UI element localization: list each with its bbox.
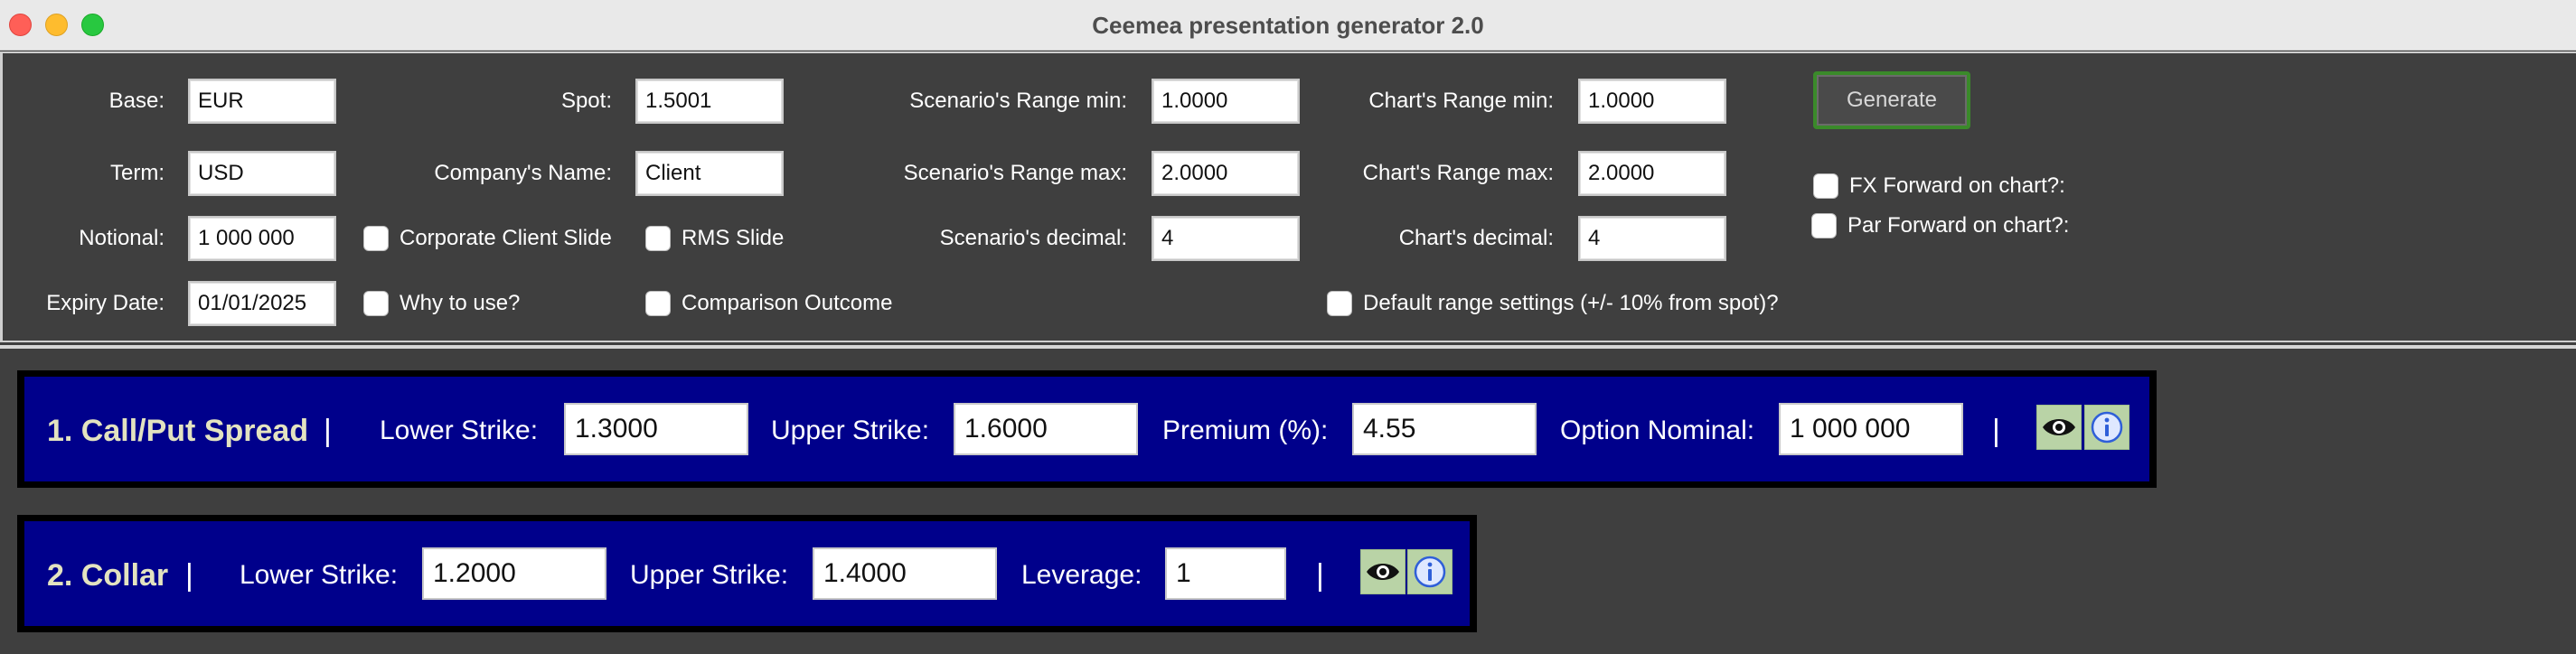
premium-label: Premium (%): — [1162, 416, 1329, 445]
strategy-title: 1. Call/Put Spread — [47, 414, 309, 448]
chart-range-max-label: Chart's Range max: — [1362, 161, 1554, 185]
chart-range-min-label: Chart's Range min: — [1368, 89, 1554, 113]
scenario-decimal-label: Scenario's decimal: — [939, 226, 1127, 250]
rms-slide-checkbox[interactable]: RMS Slide — [645, 222, 784, 255]
title-separator: | — [185, 558, 193, 593]
upper-strike-input[interactable] — [954, 403, 1138, 455]
term-label: Term: — [110, 161, 165, 185]
upper-strike-label: Upper Strike: — [630, 560, 789, 590]
base-label: Base: — [108, 89, 165, 113]
checkbox-label: Comparison Outcome — [682, 291, 893, 315]
base-input[interactable] — [188, 79, 336, 124]
preview-button[interactable] — [1360, 549, 1406, 594]
info-button[interactable] — [1407, 549, 1453, 594]
checkbox-box[interactable] — [1813, 173, 1838, 199]
checkbox-box[interactable] — [363, 226, 389, 251]
chart-range-max-input[interactable] — [1578, 151, 1726, 196]
expiry-date-input[interactable] — [188, 281, 336, 326]
default-range-checkbox[interactable]: Default range settings (+/- 10% from spo… — [1327, 287, 1779, 320]
why-to-use-checkbox[interactable]: Why to use? — [363, 287, 520, 320]
window-title: Ceemea presentation generator 2.0 — [1092, 12, 1484, 39]
end-separator: | — [1316, 558, 1324, 593]
leverage-label: Leverage: — [1021, 560, 1142, 590]
scenario-range-min-label: Scenario's Range min: — [909, 89, 1127, 113]
chart-range-min-input[interactable] — [1578, 79, 1726, 124]
notional-label: Notional: — [79, 226, 165, 250]
eye-icon — [1367, 564, 1399, 580]
scenario-range-min-input[interactable] — [1152, 79, 1300, 124]
lower-strike-label: Lower Strike: — [380, 416, 539, 445]
option-nominal-label: Option Nominal: — [1560, 416, 1755, 445]
preview-button[interactable] — [2036, 405, 2082, 450]
chart-decimal-label: Chart's decimal: — [1398, 226, 1554, 250]
checkbox-label: Default range settings (+/- 10% from spo… — [1363, 291, 1779, 315]
checkbox-label: Corporate Client Slide — [400, 226, 612, 250]
strategy-title: 2. Collar — [47, 558, 169, 593]
title-separator: | — [324, 414, 332, 448]
corporate-client-slide-checkbox[interactable]: Corporate Client Slide — [363, 222, 612, 255]
scenario-decimal-input[interactable] — [1152, 216, 1300, 261]
term-input[interactable] — [188, 151, 336, 196]
company-name-input[interactable] — [635, 151, 784, 196]
checkbox-box[interactable] — [1811, 213, 1837, 238]
lower-strike-input[interactable] — [422, 547, 606, 600]
leverage-input[interactable] — [1165, 547, 1286, 600]
checkbox-box[interactable] — [363, 291, 389, 316]
eye-icon — [2043, 419, 2075, 435]
generate-button[interactable]: Generate — [1813, 71, 1970, 129]
upper-strike-input[interactable] — [813, 547, 997, 600]
checkbox-box[interactable] — [1327, 291, 1352, 316]
comparison-outcome-checkbox[interactable]: Comparison Outcome — [645, 287, 892, 320]
section-divider — [0, 345, 2576, 349]
lower-strike-input[interactable] — [564, 403, 748, 455]
info-icon — [2091, 411, 2123, 444]
par-forward-checkbox[interactable]: Par Forward on chart?: — [1811, 210, 2069, 242]
spot-input[interactable] — [635, 79, 784, 124]
checkbox-label: FX Forward on chart?: — [1849, 173, 2065, 198]
option-nominal-input[interactable] — [1779, 403, 1963, 455]
end-separator: | — [1992, 414, 2000, 448]
checkbox-label: RMS Slide — [682, 226, 785, 250]
premium-input[interactable] — [1352, 403, 1537, 455]
spot-label: Spot: — [560, 89, 612, 113]
checkbox-label: Par Forward on chart?: — [1847, 213, 2070, 238]
scenario-range-max-label: Scenario's Range max: — [903, 161, 1127, 185]
scenario-range-max-input[interactable] — [1152, 151, 1300, 196]
info-button[interactable] — [2084, 405, 2129, 450]
company-name-label: Company's Name: — [434, 161, 612, 185]
checkbox-label: Why to use? — [400, 291, 521, 315]
checkbox-box[interactable] — [645, 226, 671, 251]
notional-input[interactable] — [188, 216, 336, 261]
info-icon — [1414, 556, 1446, 588]
expiry-date-label: Expiry Date: — [46, 291, 165, 315]
upper-strike-label: Upper Strike: — [771, 416, 930, 445]
fx-forward-checkbox[interactable]: FX Forward on chart?: — [1813, 170, 2065, 202]
checkbox-box[interactable] — [645, 291, 671, 316]
chart-decimal-input[interactable] — [1578, 216, 1726, 261]
lower-strike-label: Lower Strike: — [240, 560, 399, 590]
